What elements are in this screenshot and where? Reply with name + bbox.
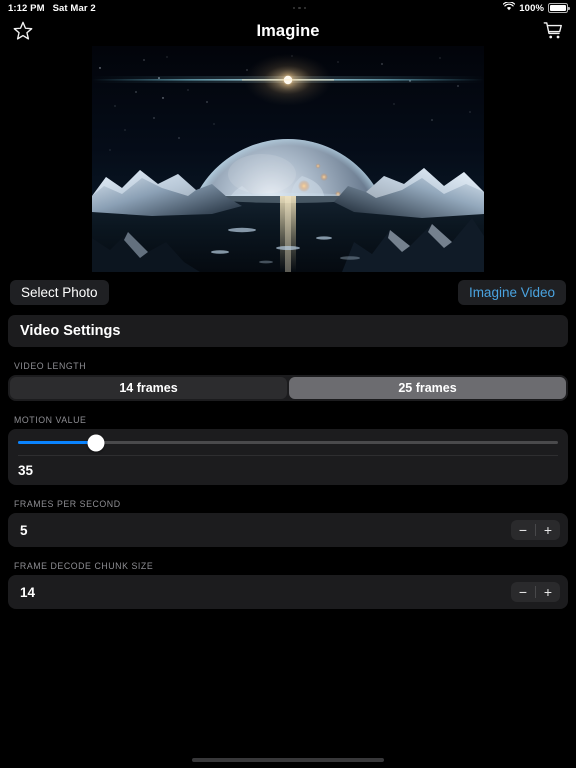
frame-decode-chunk-size-increment-button[interactable]: + bbox=[536, 582, 560, 602]
space-scene-artwork bbox=[92, 46, 484, 272]
video-settings-panel: Video Settings VIDEO LENGTH 14 frames 25… bbox=[0, 305, 576, 609]
video-length-label: VIDEO LENGTH bbox=[14, 361, 87, 371]
motion-value-slider-row[interactable] bbox=[8, 429, 568, 455]
status-date: Sat Mar 2 bbox=[52, 2, 96, 14]
frame-decode-chunk-size-label: FRAME DECODE CHUNK SIZE bbox=[14, 561, 154, 571]
multitask-dots-icon bbox=[96, 6, 504, 10]
frames-per-second-value: 5 bbox=[20, 522, 28, 538]
action-button-row: Select Photo Imagine Video bbox=[0, 272, 576, 305]
motion-value-card: 35 bbox=[8, 429, 568, 485]
frame-decode-chunk-size-decrement-button[interactable]: − bbox=[511, 582, 535, 602]
video-length-segmented-control[interactable]: 14 frames 25 frames bbox=[8, 375, 568, 401]
motion-value-field: MOTION VALUE 35 bbox=[8, 415, 568, 485]
frames-per-second-label: FRAMES PER SECOND bbox=[14, 499, 121, 509]
hero-image-container bbox=[0, 46, 576, 272]
page-title: Imagine bbox=[256, 21, 320, 40]
frame-decode-chunk-size-stepper[interactable]: − + bbox=[511, 582, 560, 602]
status-bar-right: 100% bbox=[503, 1, 570, 14]
motion-value-slider-fill bbox=[18, 441, 97, 444]
imagine-video-button[interactable]: Imagine Video bbox=[457, 280, 566, 305]
status-time: 1:12 PM bbox=[8, 2, 45, 14]
frames-per-second-stepper[interactable]: − + bbox=[511, 520, 560, 540]
frame-decode-chunk-size-row: 14 − + bbox=[8, 575, 568, 609]
status-bar-left: 1:12 PM Sat Mar 2 bbox=[8, 3, 96, 14]
motion-value-row[interactable]: 35 bbox=[8, 456, 568, 485]
motion-value-slider-track[interactable] bbox=[18, 434, 558, 451]
select-photo-button[interactable]: Select Photo bbox=[10, 280, 109, 305]
motion-value-label: MOTION VALUE bbox=[14, 415, 87, 425]
star-icon[interactable] bbox=[12, 20, 34, 42]
status-bar: 1:12 PM Sat Mar 2 100% bbox=[0, 0, 576, 16]
frames-per-second-row: 5 − + bbox=[8, 513, 568, 547]
frames-per-second-decrement-button[interactable]: − bbox=[511, 520, 535, 540]
home-indicator[interactable] bbox=[192, 758, 384, 762]
video-settings-header: Video Settings bbox=[8, 315, 568, 347]
frames-per-second-field: FRAMES PER SECOND 5 − + bbox=[8, 499, 568, 547]
generated-space-scene-image[interactable] bbox=[92, 46, 484, 272]
frames-per-second-increment-button[interactable]: + bbox=[536, 520, 560, 540]
video-length-field: VIDEO LENGTH 14 frames 25 frames bbox=[8, 361, 568, 401]
wifi-icon bbox=[503, 1, 516, 14]
segment-14-frames[interactable]: 14 frames bbox=[10, 377, 287, 399]
segment-25-frames[interactable]: 25 frames bbox=[289, 377, 566, 399]
motion-value-text: 35 bbox=[18, 463, 34, 478]
battery-percent-label: 100% bbox=[519, 2, 544, 14]
motion-value-slider-thumb[interactable] bbox=[87, 434, 105, 451]
dot-3 bbox=[303, 6, 307, 10]
battery-icon bbox=[548, 3, 570, 13]
frame-decode-chunk-size-field: FRAME DECODE CHUNK SIZE 14 − + bbox=[8, 561, 568, 609]
shopping-cart-icon[interactable] bbox=[542, 20, 564, 42]
dot-2 bbox=[298, 6, 301, 10]
frame-decode-chunk-size-value: 14 bbox=[20, 584, 36, 600]
dot-1 bbox=[292, 6, 296, 10]
navigation-bar: Imagine bbox=[0, 16, 576, 46]
